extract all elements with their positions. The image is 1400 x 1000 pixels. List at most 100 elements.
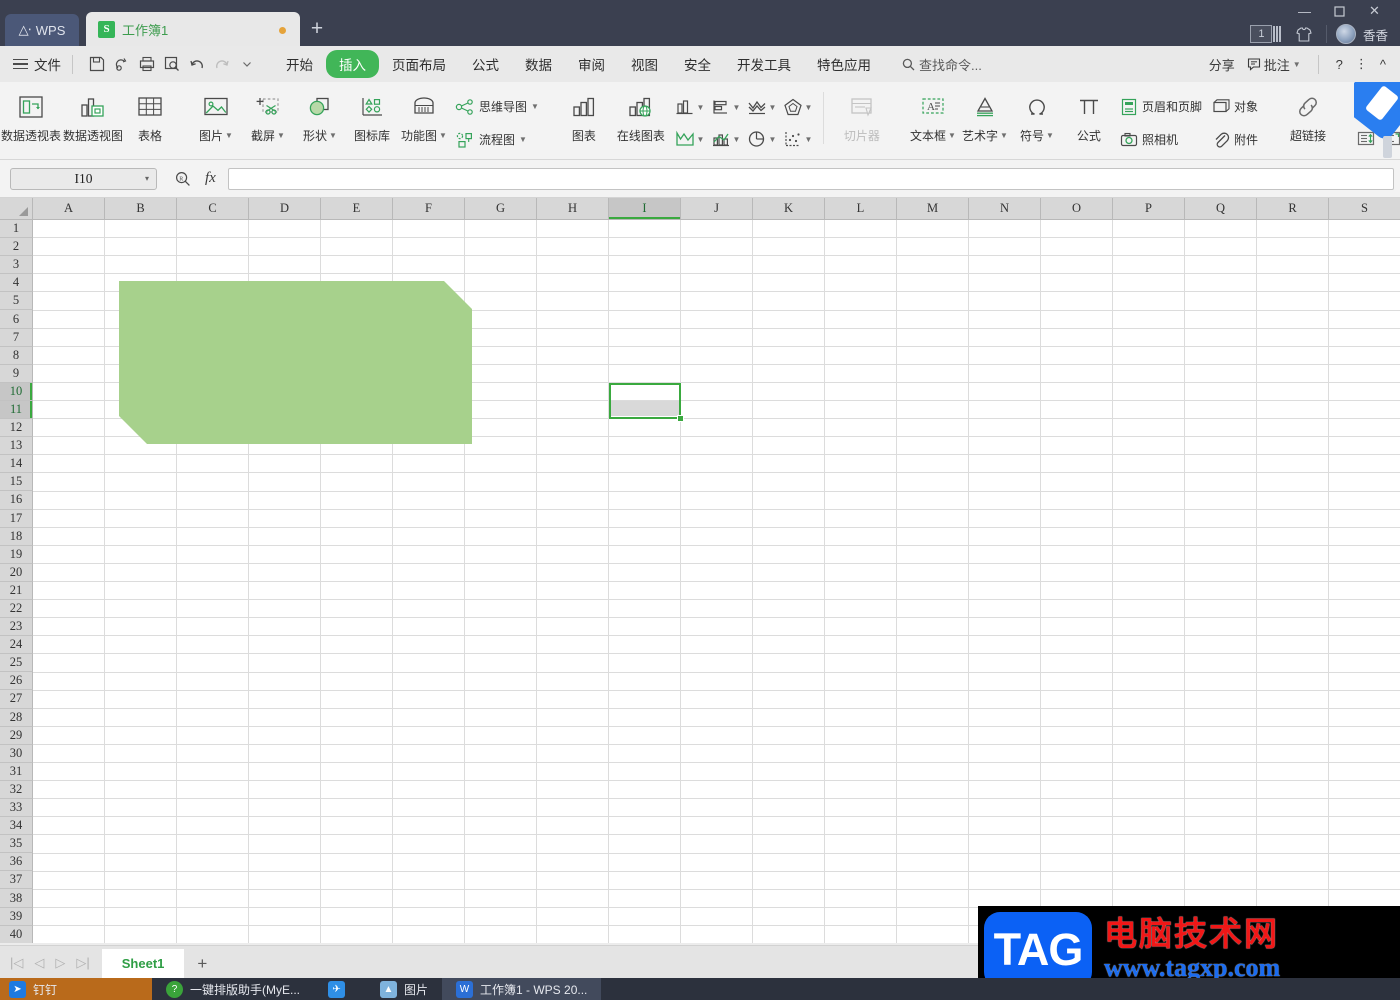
taskbar-item-dingtalk[interactable]: ➤ 钉钉: [0, 978, 152, 1000]
tab-page-layout[interactable]: 页面布局: [379, 50, 459, 78]
taskbar-item-bird[interactable]: ✈: [314, 978, 366, 1000]
row-header-14[interactable]: 14: [0, 455, 33, 474]
undo-icon[interactable]: [184, 52, 209, 77]
row-header-16[interactable]: 16: [0, 491, 33, 510]
new-tab-button[interactable]: +: [300, 12, 334, 46]
online-chart-button[interactable]: 在线图表: [610, 86, 672, 156]
document-tab-workbook1[interactable]: S 工作簿1: [86, 12, 300, 46]
row-header-22[interactable]: 22: [0, 599, 33, 619]
print-preview-icon[interactable]: [159, 52, 184, 77]
chevron-down-icon[interactable]: ▾: [145, 174, 149, 183]
snip-diagonal-corner-rectangle-shape[interactable]: [119, 281, 472, 444]
column-header-A[interactable]: A: [33, 198, 105, 220]
column-header-L[interactable]: L: [825, 198, 897, 220]
column-header-R[interactable]: R: [1257, 198, 1329, 220]
chart-button[interactable]: 图表: [558, 86, 610, 156]
attachment-button[interactable]: 附件: [1207, 125, 1263, 155]
row-header-29[interactable]: 29: [0, 726, 33, 745]
table-button[interactable]: 表格: [124, 86, 176, 156]
row-header-18[interactable]: 18: [0, 527, 33, 546]
sheet-nav-next-button[interactable]: ▷: [55, 955, 65, 971]
area-chart-button[interactable]: ▼: [672, 123, 708, 155]
sheet-nav-last-button[interactable]: ▷|: [76, 955, 89, 971]
screenshot-button[interactable]: 截屏 ▼: [242, 86, 294, 156]
selection-rectangle[interactable]: [609, 382, 681, 420]
cloud-sync-icon[interactable]: [109, 52, 134, 77]
row-header-13[interactable]: 13: [0, 437, 33, 456]
radar-chart-button[interactable]: ▼: [780, 91, 816, 123]
column-header-J[interactable]: J: [681, 198, 753, 220]
minimize-button[interactable]: —: [1287, 0, 1322, 22]
shapes-button[interactable]: 形状 ▼: [294, 86, 346, 156]
maximize-button[interactable]: [1322, 0, 1357, 22]
picture-button[interactable]: 图片 ▼: [190, 86, 242, 156]
column-header-G[interactable]: G: [465, 198, 537, 220]
row-header-28[interactable]: 28: [0, 708, 33, 727]
save-icon[interactable]: [84, 52, 109, 77]
column-header-I[interactable]: I: [609, 198, 681, 220]
line-chart-button[interactable]: ▼: [744, 91, 780, 123]
pivot-chart-button[interactable]: 数据透视图: [62, 86, 124, 156]
row-header-20[interactable]: 20: [0, 563, 33, 582]
row-header-35[interactable]: 35: [0, 835, 33, 854]
file-menu-button[interactable]: 文件: [34, 54, 61, 74]
pivot-table-button[interactable]: 数据透视表: [0, 86, 62, 156]
collapse-ribbon-button[interactable]: ^: [1374, 57, 1392, 72]
mind-map-button[interactable]: 思维导图 ▼: [450, 92, 544, 122]
sheet-tab-sheet1[interactable]: Sheet1: [101, 949, 185, 978]
word-art-button[interactable]: 艺术字 ▼: [959, 86, 1011, 156]
tab-view[interactable]: 视图: [618, 50, 671, 78]
equation-button[interactable]: 公式: [1063, 86, 1115, 156]
scatter-chart-button[interactable]: ▼: [780, 123, 816, 155]
tab-review[interactable]: 审阅: [565, 50, 618, 78]
column-header-S[interactable]: S: [1329, 198, 1400, 220]
row-header-33[interactable]: 33: [0, 799, 33, 818]
cells-area[interactable]: [33, 220, 1400, 943]
column-header-N[interactable]: N: [969, 198, 1041, 220]
tab-developer-tools[interactable]: 开发工具: [724, 50, 804, 78]
row-header-10[interactable]: 10: [0, 382, 33, 401]
function-diagram-button[interactable]: 功能图 ▼: [398, 86, 450, 156]
row-header-7[interactable]: 7: [0, 328, 33, 347]
row-header-6[interactable]: 6: [0, 310, 33, 329]
row-header-17[interactable]: 17: [0, 509, 33, 528]
taskbar-item-typesetting[interactable]: ? 一键排版助手(MyE...: [152, 978, 314, 1000]
column-header-Q[interactable]: Q: [1185, 198, 1257, 220]
formula-input[interactable]: [227, 167, 1394, 190]
close-button[interactable]: ✕: [1357, 0, 1392, 22]
row-header-9[interactable]: 9: [0, 364, 33, 383]
tab-data[interactable]: 数据: [512, 50, 565, 78]
column-header-D[interactable]: D: [249, 198, 321, 220]
object-button[interactable]: 对象: [1207, 92, 1263, 122]
customize-qat-chevron-down-icon[interactable]: [234, 52, 259, 77]
text-box-button[interactable]: A 文本框 ▼: [907, 86, 959, 156]
row-header-30[interactable]: 30: [0, 744, 33, 763]
symbol-button[interactable]: 符号 ▼: [1011, 86, 1063, 156]
tab-security[interactable]: 安全: [671, 50, 724, 78]
row-header-31[interactable]: 31: [0, 762, 33, 781]
header-footer-button[interactable]: 页眉和页脚: [1115, 92, 1207, 122]
flowchart-button[interactable]: 流程图 ▼: [450, 125, 544, 155]
select-all-corner[interactable]: [0, 198, 33, 220]
share-button[interactable]: 分享: [1203, 55, 1241, 74]
row-header-24[interactable]: 24: [0, 636, 33, 655]
row-header-27[interactable]: 27: [0, 690, 33, 709]
column-header-O[interactable]: O: [1041, 198, 1113, 220]
pie-chart-button[interactable]: ▼: [744, 123, 780, 155]
row-header-34[interactable]: 34: [0, 817, 33, 836]
icon-library-button[interactable]: 图标库: [346, 86, 398, 156]
more-options-button[interactable]: ⋮: [1349, 56, 1374, 72]
column-header-E[interactable]: E: [321, 198, 393, 220]
column-header-M[interactable]: M: [897, 198, 969, 220]
column-header-H[interactable]: H: [537, 198, 609, 220]
hyperlink-button[interactable]: 超链接: [1277, 86, 1339, 156]
row-header-32[interactable]: 32: [0, 780, 33, 799]
help-button[interactable]: ?: [1330, 57, 1349, 72]
row-header-1[interactable]: 1: [0, 220, 33, 239]
tshirt-skin-icon[interactable]: [1291, 26, 1317, 42]
find-command-button[interactable]: 查找命令...: [902, 55, 982, 74]
row-header-5[interactable]: 5: [0, 292, 33, 311]
sheet-nav-first-button[interactable]: |◁: [10, 955, 23, 971]
taskbar-item-wps[interactable]: W 工作簿1 - WPS 20...: [442, 978, 602, 1000]
row-header-19[interactable]: 19: [0, 545, 33, 564]
